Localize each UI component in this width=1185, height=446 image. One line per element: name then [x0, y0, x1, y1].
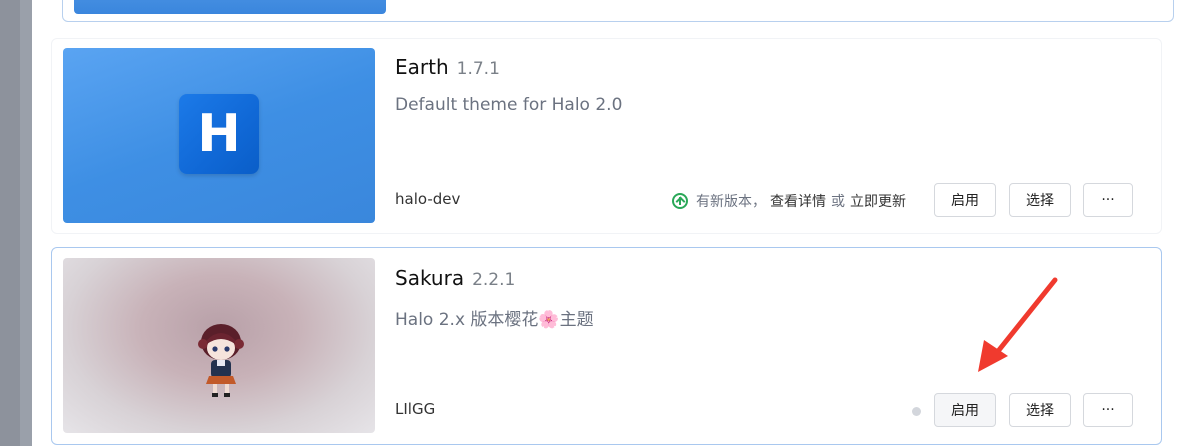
- annotation-arrow-icon: [978, 277, 1058, 372]
